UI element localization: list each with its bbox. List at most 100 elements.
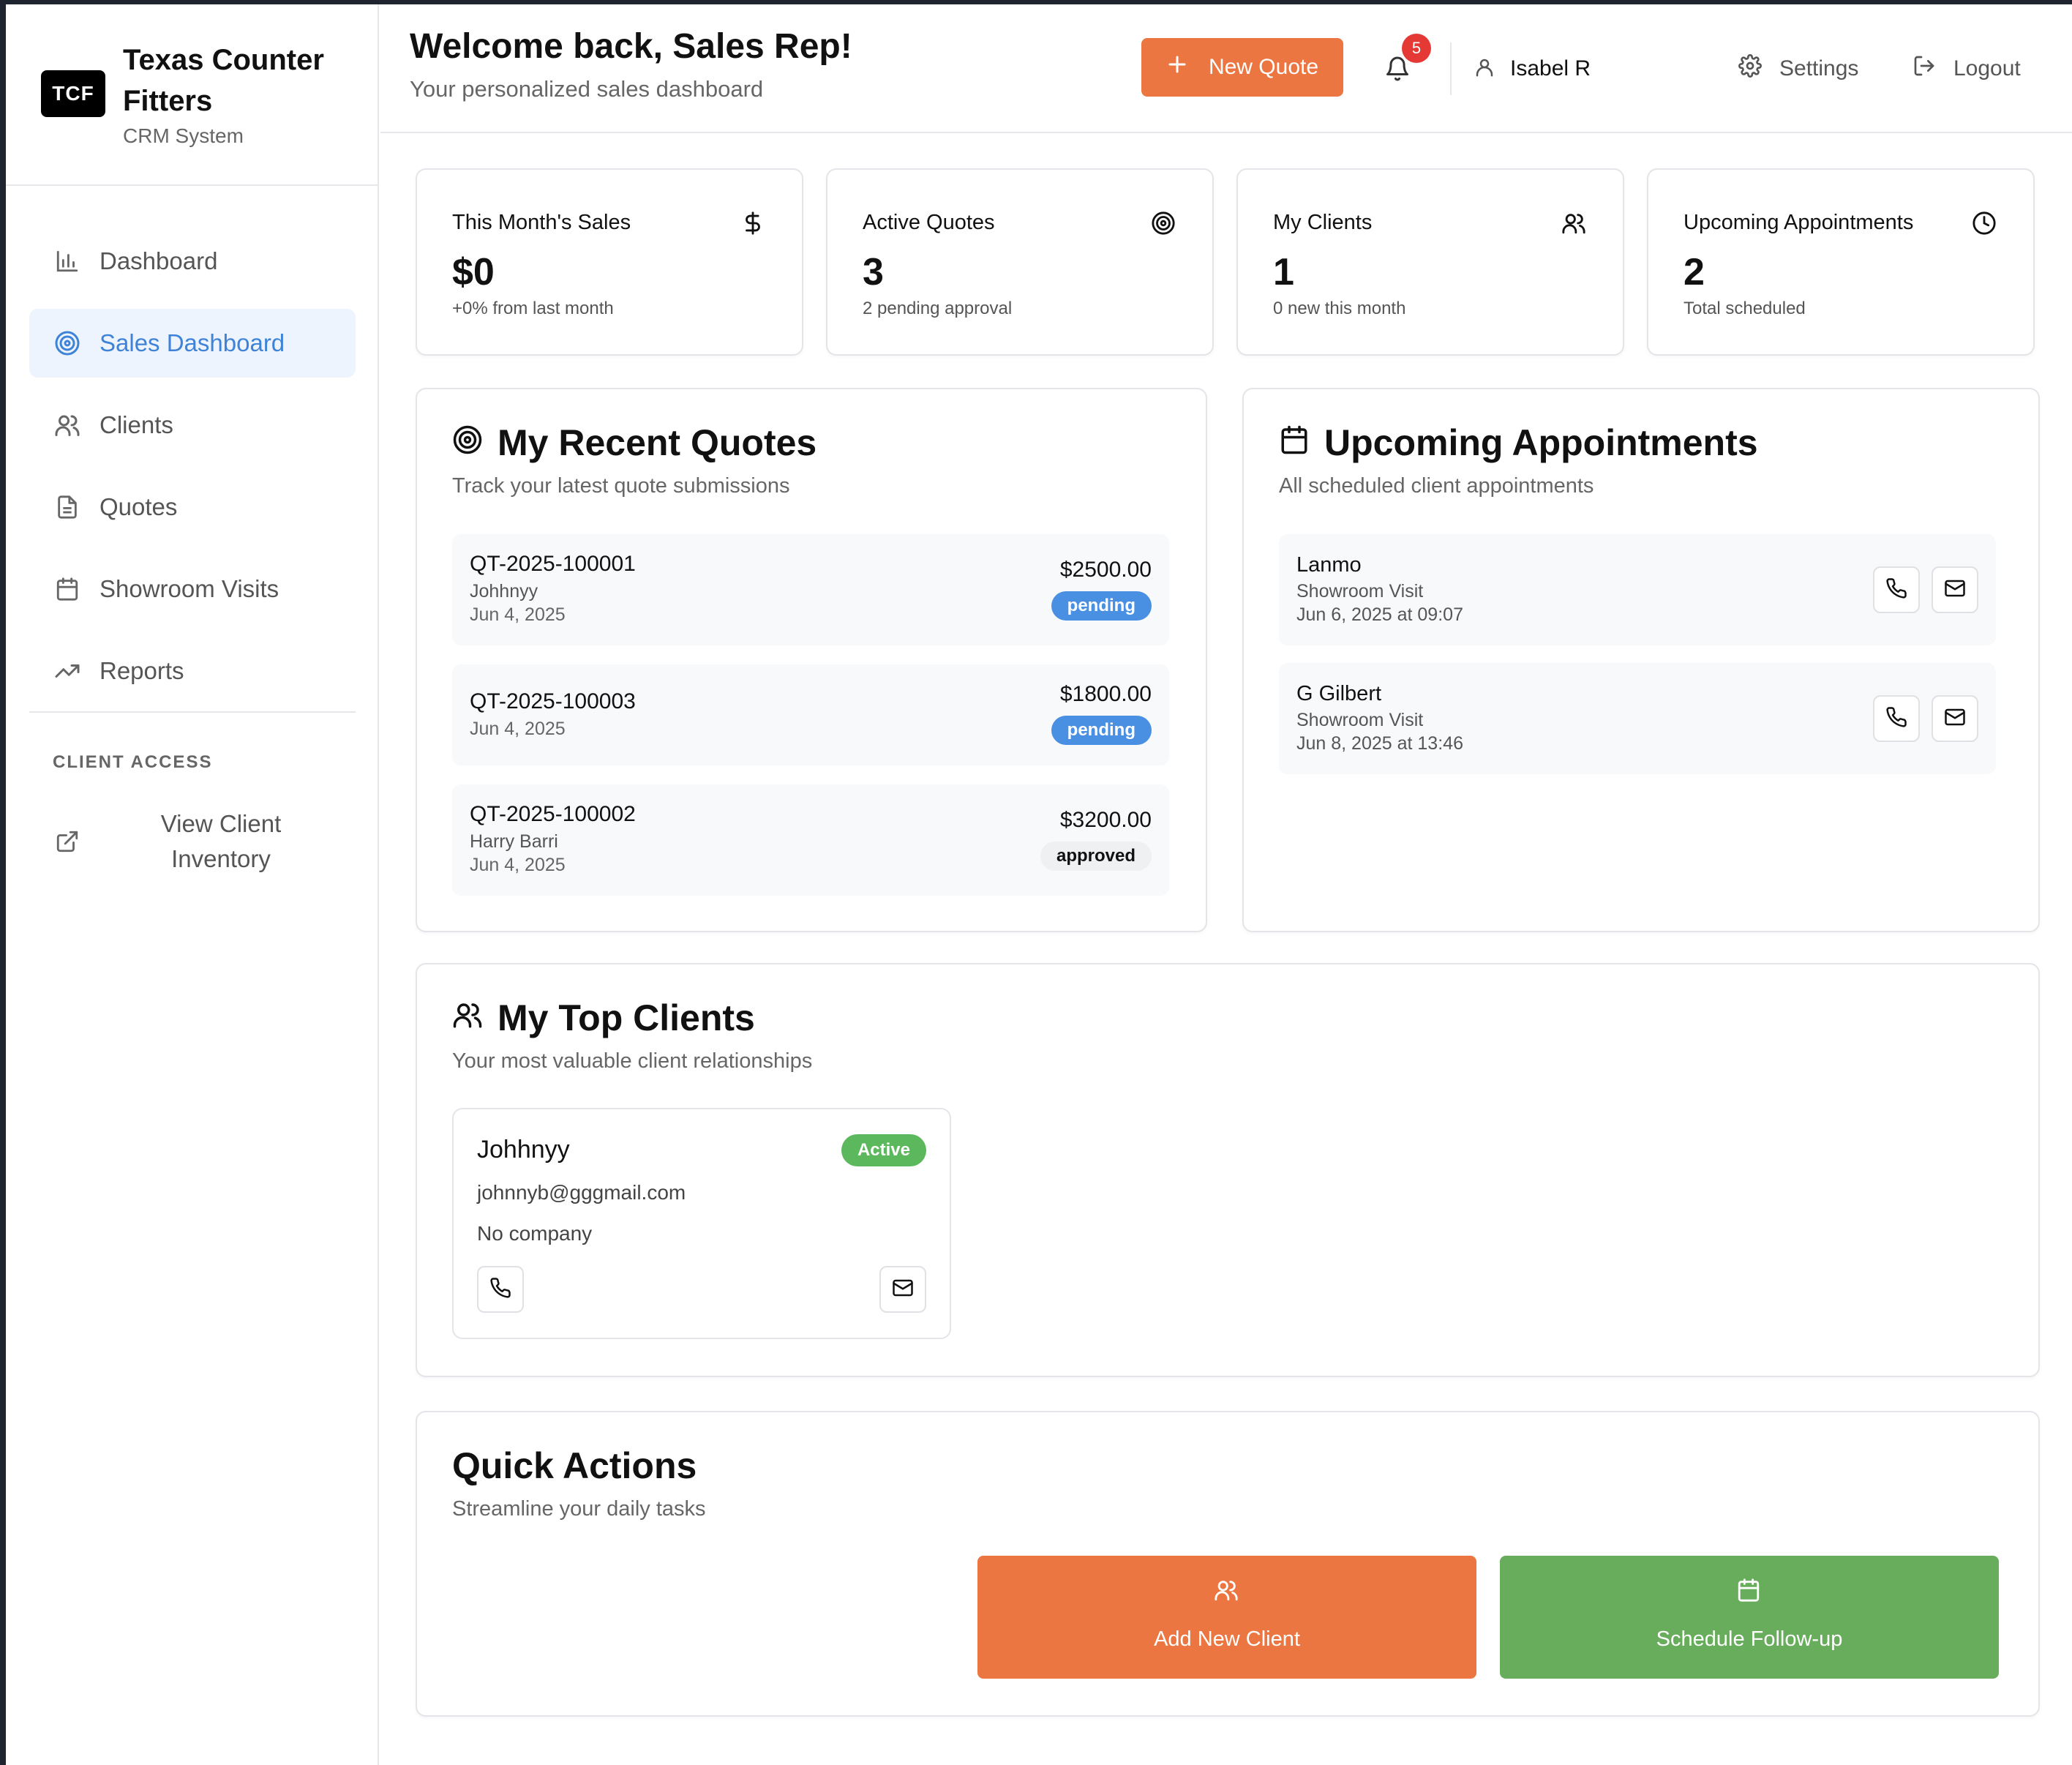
logout-label: Logout xyxy=(1953,56,2021,80)
appointment-type: Showroom Visit xyxy=(1296,710,1424,730)
stat-subtext: 0 new this month xyxy=(1273,299,1406,318)
recent-quotes-subtitle: Track your latest quote submissions xyxy=(452,474,790,498)
top-clients-card: My Top Clients Your most valuable client… xyxy=(416,963,2040,1377)
quote-date: Jun 4, 2025 xyxy=(470,719,566,739)
appointments-card: Upcoming Appointments All scheduled clie… xyxy=(1242,388,2040,932)
quote-row[interactable]: QT-2025-100002 Harry Barri Jun 4, 2025 $… xyxy=(452,784,1169,896)
users-icon xyxy=(1561,211,1588,237)
calendar-icon xyxy=(53,574,82,604)
page-subtitle: Your personalized sales dashboard xyxy=(410,76,764,102)
new-quote-label: New Quote xyxy=(1208,55,1319,79)
sidebar-item-label: Dashboard xyxy=(100,247,218,274)
email-button[interactable] xyxy=(1932,695,1978,742)
client-name: Johhnyy xyxy=(477,1136,570,1163)
client-card[interactable]: Johhnyy Active johnnyb@gggmail.com No co… xyxy=(452,1108,951,1339)
top-clients-heading: My Top Clients xyxy=(452,997,755,1039)
quote-amount: $3200.00 xyxy=(1059,808,1152,832)
stat-card-active-quotes: Active Quotes 3 2 pending approval xyxy=(826,168,1214,356)
file-text-icon xyxy=(53,492,82,522)
call-button[interactable] xyxy=(1873,695,1920,742)
stat-subtext: Total scheduled xyxy=(1684,299,1806,318)
sidebar-divider xyxy=(29,711,356,713)
email-button[interactable] xyxy=(1932,566,1978,613)
target-icon xyxy=(1151,211,1177,237)
top-header: Welcome back, Sales Rep! Your personaliz… xyxy=(380,4,2072,133)
quote-id: QT-2025-100001 xyxy=(470,552,636,576)
stat-title: Upcoming Appointments xyxy=(1684,211,1914,234)
users-icon xyxy=(1214,1578,1240,1604)
sidebar-item-quotes[interactable]: Quotes xyxy=(29,473,356,542)
quick-actions-card: Quick Actions Streamline your daily task… xyxy=(416,1411,2040,1717)
quote-client: Harry Barri xyxy=(470,831,558,852)
stat-card-upcoming-appointments: Upcoming Appointments 2 Total scheduled xyxy=(1647,168,2035,356)
stat-subtext: 2 pending approval xyxy=(863,299,1013,318)
quote-id: QT-2025-100003 xyxy=(470,689,636,713)
add-new-client-button[interactable]: Add New Client xyxy=(977,1556,1476,1679)
quote-client: Johhnyy xyxy=(470,581,538,602)
phone-icon xyxy=(1885,706,1907,732)
status-badge: pending xyxy=(1051,591,1152,621)
calendar-icon xyxy=(1736,1578,1763,1604)
target-icon xyxy=(452,421,483,464)
schedule-follow-up-label: Schedule Follow-up xyxy=(1656,1627,1843,1651)
user-name: Isabel R xyxy=(1510,56,1591,80)
stat-title: Active Quotes xyxy=(863,211,995,234)
client-company: No company xyxy=(477,1222,593,1245)
quote-date: Jun 4, 2025 xyxy=(470,604,566,625)
stat-subtext: +0% from last month xyxy=(452,299,614,318)
appointment-time: Jun 8, 2025 at 13:46 xyxy=(1296,733,1463,754)
appointment-client-name: Lanmo xyxy=(1296,553,1362,577)
brand-header: TCF Texas Counter Fitters CRM System xyxy=(6,4,378,186)
users-icon xyxy=(452,997,483,1039)
status-badge: approved xyxy=(1040,842,1152,871)
sidebar-item-label: Quotes xyxy=(100,493,178,520)
user-menu[interactable]: Isabel R xyxy=(1474,53,1591,85)
sidebar-item-label: Sales Dashboard xyxy=(100,329,285,356)
appointment-row[interactable]: G Gilbert Showroom Visit Jun 8, 2025 at … xyxy=(1279,663,1996,774)
target-icon xyxy=(53,329,82,358)
app-window: TCF Texas Counter Fitters CRM System Das… xyxy=(6,4,2072,1765)
quote-id: QT-2025-100002 xyxy=(470,802,636,826)
sidebar-item-label: Showroom Visits xyxy=(100,575,279,602)
schedule-follow-up-button[interactable]: Schedule Follow-up xyxy=(1500,1556,1999,1679)
logout-icon xyxy=(1913,54,1936,83)
quote-row[interactable]: QT-2025-100003 Jun 4, 2025 $1800.00 pend… xyxy=(452,664,1169,765)
call-button[interactable] xyxy=(1873,566,1920,613)
appointment-row[interactable]: Lanmo Showroom Visit Jun 6, 2025 at 09:0… xyxy=(1279,534,1996,645)
appointments-subtitle: All scheduled client appointments xyxy=(1279,474,1594,498)
email-button[interactable] xyxy=(879,1266,926,1313)
trending-up-icon xyxy=(53,656,82,686)
quote-date: Jun 4, 2025 xyxy=(470,855,566,875)
notification-count-badge: 5 xyxy=(1402,34,1431,63)
users-icon xyxy=(53,411,82,440)
call-button[interactable] xyxy=(477,1266,524,1313)
sidebar-item-clients[interactable]: Clients xyxy=(29,391,356,460)
recent-quotes-heading: My Recent Quotes xyxy=(452,421,817,464)
stat-value: 1 xyxy=(1273,251,1294,293)
dollar-icon xyxy=(740,211,767,237)
bar-chart-icon xyxy=(53,247,82,276)
sidebar-item-reports[interactable]: Reports xyxy=(29,637,356,705)
brand-logo[interactable]: TCF xyxy=(41,70,105,117)
quick-actions-heading: Quick Actions xyxy=(452,1444,697,1487)
quote-row[interactable]: QT-2025-100001 Johhnyy Jun 4, 2025 $2500… xyxy=(452,534,1169,645)
sidebar-item-showroom-visits[interactable]: Showroom Visits xyxy=(29,555,356,623)
logout-button[interactable]: Logout xyxy=(1913,53,2021,85)
clock-icon xyxy=(1972,211,1998,237)
status-badge: Active xyxy=(841,1134,926,1166)
brand-subtitle: CRM System xyxy=(123,124,244,147)
view-client-inventory-link[interactable]: View Client Inventory xyxy=(29,799,356,884)
client-email: johnnyb@gggmail.com xyxy=(477,1181,686,1204)
header-divider xyxy=(1450,42,1452,95)
top-clients-subtitle: Your most valuable client relationships xyxy=(452,1049,813,1073)
mail-icon xyxy=(1944,706,1966,732)
status-badge: pending xyxy=(1051,716,1152,745)
appointment-time: Jun 6, 2025 at 09:07 xyxy=(1296,604,1463,625)
sidebar-item-dashboard[interactable]: Dashboard xyxy=(29,227,356,296)
new-quote-button[interactable]: New Quote xyxy=(1141,38,1343,97)
top-clients-title: My Top Clients xyxy=(498,997,755,1038)
stat-value: $0 xyxy=(452,251,495,293)
settings-button[interactable]: Settings xyxy=(1738,53,1858,85)
gear-icon xyxy=(1738,54,1762,83)
sidebar-item-sales-dashboard[interactable]: Sales Dashboard xyxy=(29,309,356,378)
